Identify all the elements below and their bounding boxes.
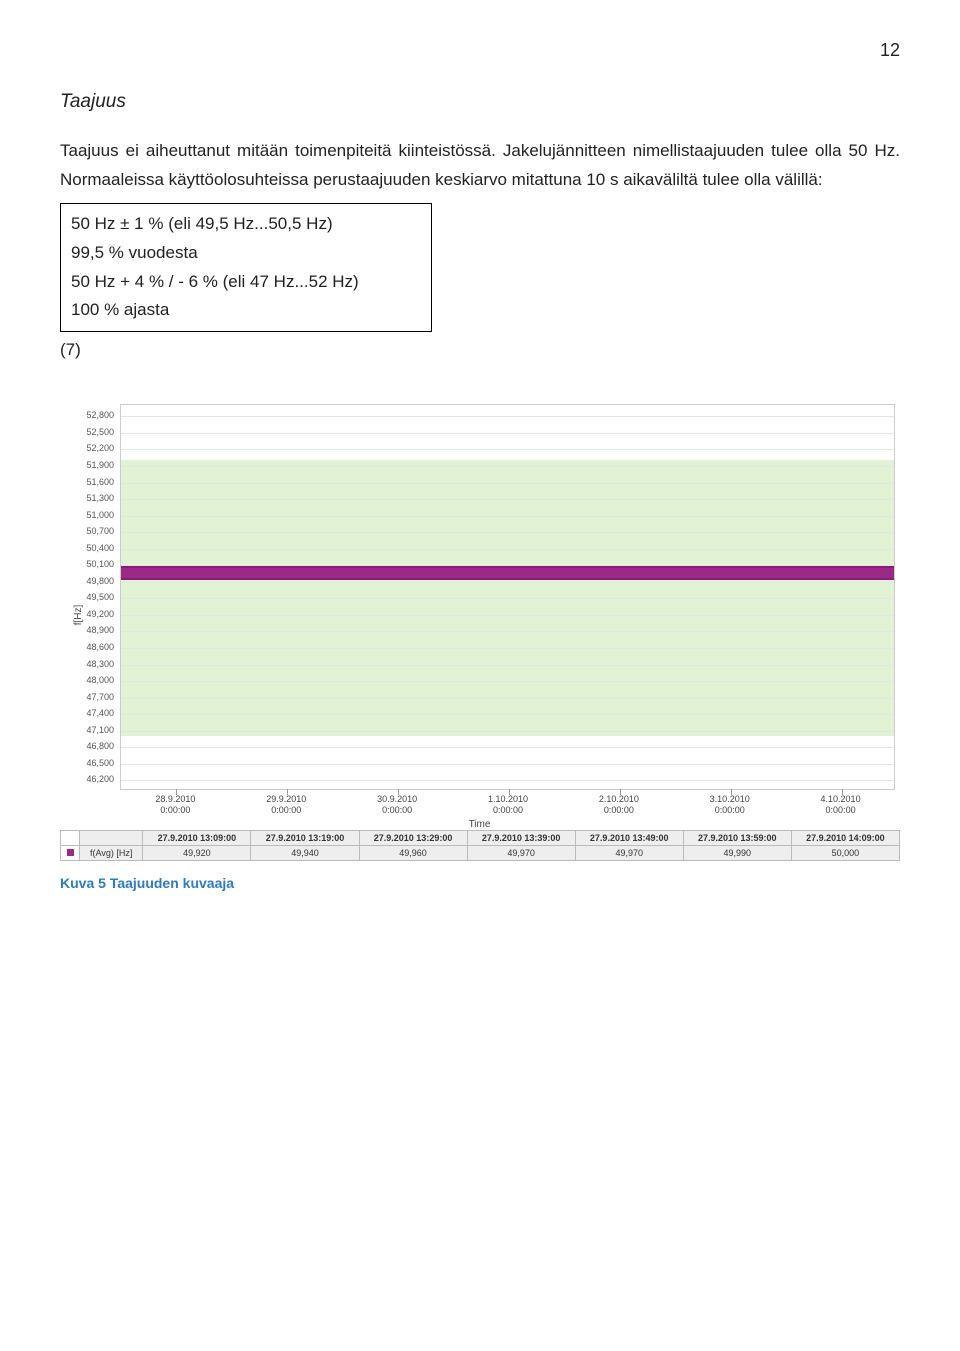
x-tick-label: 30.9.20100:00:00	[357, 794, 437, 816]
x-tick-label: 28.9.20100:00:00	[135, 794, 215, 816]
x-tick-label: 29.9.20100:00:00	[246, 794, 326, 816]
legend-series-marker-cell	[61, 846, 80, 861]
y-tick-label: 51,300	[66, 494, 114, 503]
legend-time-header: 27.9.2010 13:59:00	[683, 831, 791, 846]
y-tick-label: 48,600	[66, 643, 114, 652]
y-tick-label: 51,000	[66, 511, 114, 520]
tolerance-box: 50 Hz ± 1 % (eli 49,5 Hz...50,5 Hz) 99,5…	[60, 203, 432, 333]
box-line-4: 100 % ajasta	[71, 296, 421, 325]
legend-series-name: f(Avg) [Hz]	[80, 846, 143, 861]
legend-value-cell: 49,970	[467, 846, 575, 861]
legend-time-header: 27.9.2010 13:39:00	[467, 831, 575, 846]
data-series-line	[121, 568, 894, 578]
legend-value-cell: 49,920	[143, 846, 251, 861]
legend-time-header: 27.9.2010 13:09:00	[143, 831, 251, 846]
legend-time-header: 27.9.2010 13:29:00	[359, 831, 467, 846]
x-axis-label: Time	[469, 819, 491, 830]
y-tick-label: 50,700	[66, 527, 114, 536]
y-tick-label: 47,100	[66, 726, 114, 735]
y-tick-label: 49,800	[66, 577, 114, 586]
y-tick-label: 46,500	[66, 759, 114, 768]
legend-time-header: 27.9.2010 14:09:00	[791, 831, 899, 846]
legend-value-cell: 49,940	[251, 846, 359, 861]
y-tick-label: 51,900	[66, 461, 114, 470]
legend-time-header: 27.9.2010 13:19:00	[251, 831, 359, 846]
y-tick-label: 49,500	[66, 593, 114, 602]
paragraph-body: Taajuus ei aiheuttanut mitään toimenpite…	[60, 137, 900, 195]
box-line-1: 50 Hz ± 1 % (eli 49,5 Hz...50,5 Hz)	[71, 210, 421, 239]
x-tick-label: 1.10.20100:00:00	[468, 794, 548, 816]
plot-area	[120, 404, 895, 790]
x-tick-label: 2.10.20100:00:00	[579, 794, 659, 816]
chart-plot: f[Hz] Time 52,80052,50052,20051,90051,60…	[60, 400, 900, 830]
legend-value-cell: 49,970	[575, 846, 683, 861]
legend-value-cell: 49,990	[683, 846, 791, 861]
y-tick-label: 46,200	[66, 775, 114, 784]
legend-value-cell: 49,960	[359, 846, 467, 861]
section-heading: Taajuus	[60, 91, 900, 113]
y-tick-label: 52,800	[66, 411, 114, 420]
figure-caption: Kuva 5 Taajuuden kuvaaja	[60, 875, 900, 891]
y-tick-label: 50,100	[66, 560, 114, 569]
x-tick-label: 4.10.20100:00:00	[801, 794, 881, 816]
box-line-3: 50 Hz + 4 % / - 6 % (eli 47 Hz...52 Hz)	[71, 268, 421, 297]
y-tick-label: 51,600	[66, 478, 114, 487]
legend-series-header	[80, 831, 143, 846]
y-tick-label: 48,900	[66, 626, 114, 635]
y-tick-label: 49,200	[66, 610, 114, 619]
legend-time-header: 27.9.2010 13:49:00	[575, 831, 683, 846]
chart-legend-table: 27.9.2010 13:09:0027.9.2010 13:19:0027.9…	[60, 830, 900, 861]
y-tick-label: 52,200	[66, 444, 114, 453]
legend-marker-header	[61, 831, 80, 846]
y-tick-label: 48,300	[66, 660, 114, 669]
page-number: 12	[60, 40, 900, 61]
y-tick-label: 48,000	[66, 676, 114, 685]
y-tick-label: 52,500	[66, 428, 114, 437]
x-tick-label: 3.10.20100:00:00	[690, 794, 770, 816]
frequency-chart: f[Hz] Time 52,80052,50052,20051,90051,60…	[60, 400, 900, 861]
y-tick-label: 50,400	[66, 544, 114, 553]
box-line-2: 99,5 % vuodesta	[71, 239, 421, 268]
reference-number: (7)	[60, 340, 900, 360]
square-marker-icon	[67, 849, 74, 856]
legend-value-cell: 50,000	[791, 846, 899, 861]
y-tick-label: 46,800	[66, 742, 114, 751]
y-tick-label: 47,700	[66, 693, 114, 702]
y-tick-label: 47,400	[66, 709, 114, 718]
